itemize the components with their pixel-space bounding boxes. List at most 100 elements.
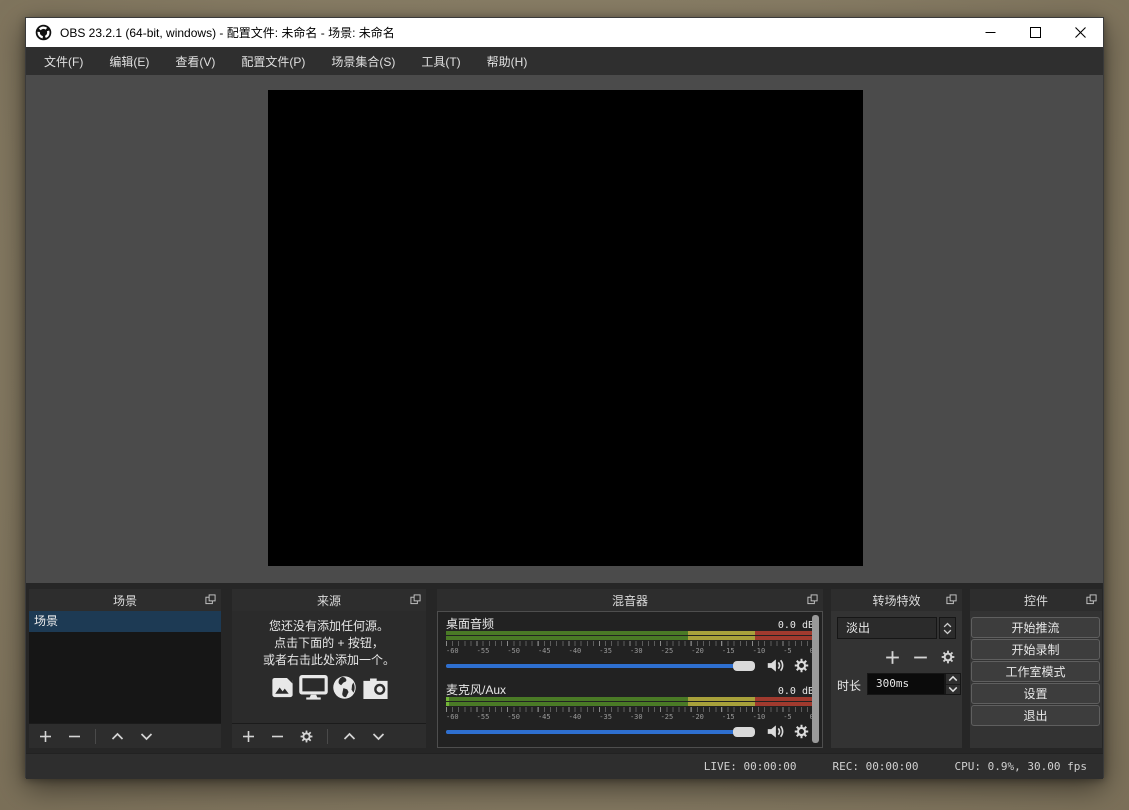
move-scene-down-button[interactable]	[138, 728, 154, 744]
chevron-down-icon	[948, 686, 958, 693]
duration-label: 时长	[837, 677, 861, 694]
remove-transition-button[interactable]	[912, 649, 928, 665]
sources-panel-header: 来源	[232, 589, 426, 611]
controls-panel-title: 控件	[1024, 592, 1048, 609]
globe-source-icon	[331, 674, 358, 701]
scenes-panel-header: 场景	[29, 589, 221, 611]
status-bar: LIVE: 00:00:00 REC: 00:00:00 CPU: 0.9%, …	[26, 753, 1103, 779]
exit-button[interactable]: 退出	[971, 705, 1100, 726]
scene-list-item[interactable]: 场景	[29, 611, 221, 632]
volume-slider-handle[interactable]	[733, 661, 755, 671]
rec-time: REC: 00:00:00	[832, 760, 918, 773]
channel-settings-button[interactable]	[793, 657, 810, 679]
chevron-up-icon	[943, 622, 952, 628]
tick-label: -5	[783, 647, 791, 655]
duration-increase-button[interactable]	[946, 674, 960, 684]
start-streaming-button[interactable]: 开始推流	[971, 617, 1100, 638]
mute-button[interactable]	[766, 723, 785, 745]
menu-profile[interactable]: 配置文件(P)	[228, 47, 318, 76]
remove-source-button[interactable]	[269, 728, 285, 744]
mixer-scrollbar[interactable]	[812, 615, 819, 743]
menu-edit[interactable]: 编辑(E)	[96, 47, 162, 76]
source-properties-button[interactable]	[298, 728, 314, 744]
mixer-channel-desktop-audio: 桌面音频 0.0 dB -60 -55 -50 -45 -40 -35 -30 …	[446, 615, 814, 674]
mixer-channel-mic-aux: 麦克风/Aux 0.0 dB -60 -55 -50 -45 -40 -35	[446, 681, 814, 740]
chevron-up-icon	[343, 732, 356, 741]
volume-meter	[446, 697, 814, 707]
tick-label: -30	[630, 647, 643, 655]
window-controls	[968, 18, 1103, 47]
speaker-icon	[766, 723, 785, 740]
menu-view[interactable]: 查看(V)	[162, 47, 228, 76]
meter-bar	[446, 697, 814, 701]
menu-file[interactable]: 文件(F)	[31, 47, 96, 76]
tick-label: -55	[477, 647, 490, 655]
volume-slider-handle[interactable]	[733, 727, 755, 737]
gear-icon	[793, 657, 810, 674]
add-source-button[interactable]	[240, 728, 256, 744]
minimize-button[interactable]	[968, 18, 1013, 47]
mixer-panel: 桌面音频 0.0 dB -60 -55 -50 -45 -40 -35 -30 …	[437, 611, 823, 748]
move-scene-up-button[interactable]	[109, 728, 125, 744]
source-type-icons	[232, 674, 426, 701]
preview-canvas[interactable]	[268, 90, 863, 566]
controls-dock-icon	[1086, 594, 1097, 605]
plus-icon	[242, 730, 255, 743]
volume-slider-row	[446, 723, 814, 740]
scenes-panel-title: 场景	[113, 592, 137, 609]
scenes-toolbar	[29, 723, 221, 748]
tick-label: -20	[691, 713, 704, 721]
move-source-down-button[interactable]	[370, 728, 386, 744]
plus-icon	[39, 730, 52, 743]
meter-tickmarks	[446, 707, 814, 712]
meter-tickmarks	[446, 641, 814, 646]
obs-window: OBS 23.2.1 (64-bit, windows) - 配置文件: 未命名…	[25, 17, 1104, 778]
start-recording-button[interactable]: 开始录制	[971, 639, 1100, 660]
remove-scene-button[interactable]	[66, 728, 82, 744]
hint-line-1: 您还没有添加任何源。	[232, 618, 426, 635]
controls-panel: 开始推流 开始录制 工作室模式 设置 退出	[970, 611, 1102, 748]
channel-settings-button[interactable]	[793, 723, 810, 745]
menu-help[interactable]: 帮助(H)	[474, 47, 541, 76]
window-title: OBS 23.2.1 (64-bit, windows) - 配置文件: 未命名…	[60, 24, 395, 41]
duration-spinner	[945, 673, 961, 695]
gear-icon	[793, 723, 810, 740]
transition-properties-button[interactable]	[940, 649, 956, 665]
channel-name: 麦克风/Aux	[446, 681, 506, 698]
tick-label: -60	[446, 713, 459, 721]
duration-input[interactable]: 300ms	[867, 673, 945, 695]
minimize-icon	[985, 27, 996, 38]
sources-panel-title: 来源	[317, 592, 341, 609]
transition-select[interactable]: 淡出	[837, 617, 937, 639]
tick-label: -40	[569, 713, 582, 721]
meter-bar	[446, 636, 814, 640]
studio-mode-button[interactable]: 工作室模式	[971, 661, 1100, 682]
transitions-panel-title: 转场特效	[872, 592, 920, 609]
toolbar-separator	[95, 729, 96, 744]
tick-label: -5	[783, 713, 791, 721]
close-button[interactable]	[1058, 18, 1103, 47]
move-source-up-button[interactable]	[341, 728, 357, 744]
tick-label: -35	[599, 713, 612, 721]
maximize-button[interactable]	[1013, 18, 1058, 47]
menu-scene-collection[interactable]: 场景集合(S)	[318, 47, 408, 76]
scenes-panel: 场景	[29, 611, 221, 748]
tick-label: -10	[753, 713, 766, 721]
settings-button[interactable]: 设置	[971, 683, 1100, 704]
cpu-fps-stats: CPU: 0.9%, 30.00 fps	[955, 760, 1087, 773]
scenes-dock-icon	[205, 594, 216, 605]
desktop-background: OBS 23.2.1 (64-bit, windows) - 配置文件: 未命名…	[0, 0, 1129, 810]
chevron-down-icon	[943, 629, 952, 635]
tick-label: -15	[722, 647, 735, 655]
mute-button[interactable]	[766, 657, 785, 679]
plus-icon	[885, 650, 900, 665]
mixer-panel-title: 混音器	[612, 592, 648, 609]
duration-decrease-button[interactable]	[946, 684, 960, 695]
sources-panel[interactable]: 您还没有添加任何源。 点击下面的 + 按钮， 或者右击此处添加一个。	[232, 611, 426, 748]
add-transition-button[interactable]	[884, 649, 900, 665]
add-scene-button[interactable]	[37, 728, 53, 744]
menu-tools[interactable]: 工具(T)	[408, 47, 473, 76]
transition-select-spinner[interactable]	[939, 617, 956, 639]
volume-meter	[446, 631, 814, 641]
chevron-up-icon	[948, 675, 958, 682]
